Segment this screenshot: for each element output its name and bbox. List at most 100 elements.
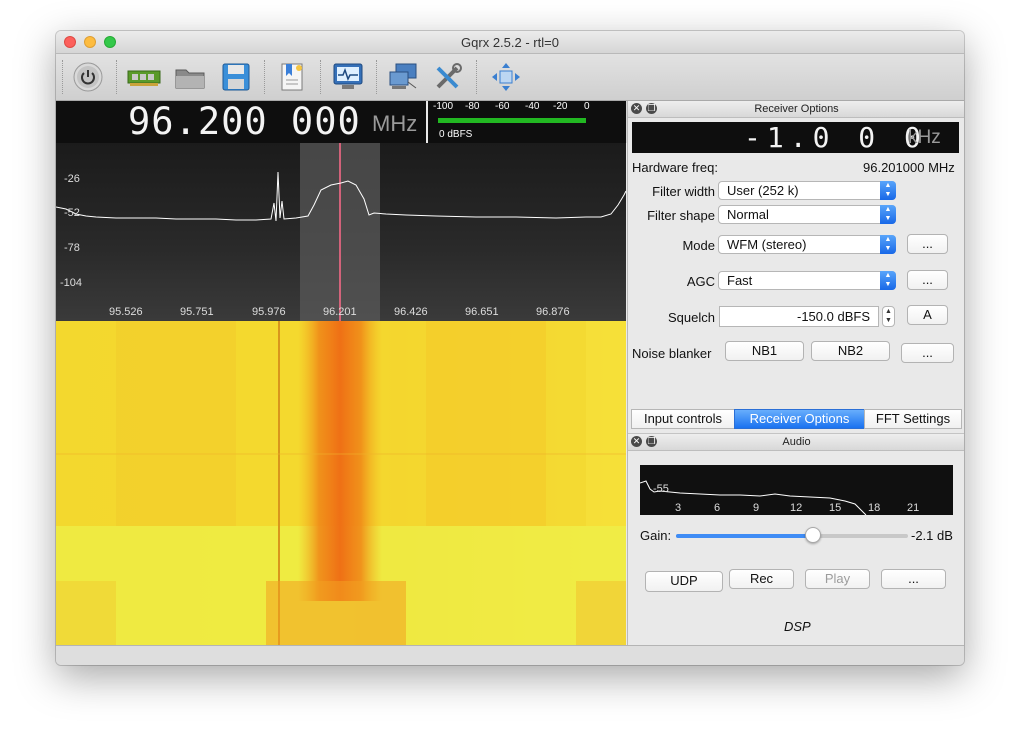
audio-x-tick: 6 — [714, 502, 721, 514]
audio-y-tick: -55 — [653, 483, 669, 495]
float-dock-icon[interactable]: ❐ — [646, 103, 657, 114]
filter-shape-label: Filter shape — [647, 208, 715, 223]
monitor-icon[interactable] — [330, 59, 366, 95]
offset-display[interactable]: -1.0 0 0 kHz — [632, 122, 959, 153]
agc-value: Fast — [727, 273, 753, 288]
tools-icon[interactable] — [430, 59, 466, 95]
close-dock-icon[interactable]: ✕ — [631, 103, 642, 114]
noise-blanker-label: Noise blanker — [632, 346, 712, 361]
audio-header: ✕ ❐ Audio — [628, 433, 964, 451]
tab-receiver-options[interactable]: Receiver Options — [734, 409, 865, 429]
save-icon[interactable] — [218, 59, 254, 95]
filter-shape-select[interactable]: Normal ▲ ▼ — [718, 205, 896, 224]
filter-width-select[interactable]: User (252 k) ▲ ▼ — [718, 181, 896, 200]
frequency-digits[interactable]: 96.200 000 — [128, 101, 361, 143]
audio-x-tick: 3 — [675, 502, 682, 514]
close-dock-icon[interactable]: ✕ — [631, 436, 642, 447]
agc-options-button[interactable]: ... — [907, 270, 948, 290]
signal-meter: -100 -80 -60 -40 -20 0 0 dBFS — [428, 101, 626, 143]
x-tick: 95.526 — [109, 306, 143, 318]
udp-button[interactable]: UDP — [645, 571, 723, 592]
y-tick: -104 — [60, 277, 83, 289]
audio-x-tick: 15 — [829, 502, 842, 514]
dsp-label: DSP — [784, 619, 811, 634]
squelch-label: Squelch — [668, 310, 715, 325]
chevron-updown-icon: ▲ ▼ — [880, 205, 896, 224]
gain-value: -2.1 dB — [911, 528, 953, 543]
agc-label: AGC — [686, 274, 715, 289]
chevron-updown-icon: ▲ ▼ — [880, 235, 896, 254]
bookmark-icon[interactable] — [274, 59, 310, 95]
offset-digits[interactable]: -1.0 0 0 — [744, 122, 927, 153]
toolbar-separator — [476, 60, 478, 94]
play-button[interactable]: Play — [805, 569, 870, 589]
squelch-input[interactable]: -150.0 dBFS — [719, 306, 879, 327]
meter-scale-label: -40 — [525, 101, 540, 112]
meter-label: 0 dBFS — [439, 129, 473, 140]
x-tick: 95.976 — [252, 306, 286, 318]
filter-width-label: Filter width — [652, 184, 715, 199]
title-bar: Gqrx 2.5.2 - rtl=0 — [56, 31, 964, 54]
toolbar-separator — [116, 60, 118, 94]
gain-slider-fill — [676, 534, 813, 538]
rec-button[interactable]: Rec — [729, 569, 794, 589]
frequency-display[interactable]: 96.200 000 MHz — [56, 101, 426, 143]
audio-x-tick: 21 — [907, 502, 920, 514]
waterfall-svg — [56, 321, 626, 645]
chevron-updown-icon: ▲ ▼ — [880, 271, 896, 290]
tab-fft-settings[interactable]: FFT Settings — [864, 409, 962, 429]
x-tick: 96.651 — [465, 306, 499, 318]
mode-options-button[interactable]: ... — [907, 234, 948, 254]
nb2-button[interactable]: NB2 — [811, 341, 890, 361]
gain-slider[interactable] — [676, 527, 908, 543]
receiver-options-title: Receiver Options — [754, 103, 839, 115]
open-folder-icon[interactable] — [172, 59, 208, 95]
offset-unit: kHz — [908, 127, 941, 148]
x-tick: 96.426 — [394, 306, 428, 318]
tab-input-controls[interactable]: Input controls — [631, 409, 735, 429]
network-icon[interactable] — [386, 59, 422, 95]
spectrum-svg — [56, 143, 626, 321]
audio-fft-plot: -55 3 6 9 12 15 18 21 — [640, 465, 953, 515]
app-window: Gqrx 2.5.2 - rtl=0 96.200 000 MHz -100 -… — [56, 31, 964, 665]
filter-shape-value: Normal — [727, 207, 769, 222]
meter-scale-label: -100 — [433, 101, 454, 112]
fullscreen-icon[interactable] — [488, 59, 524, 95]
toolbar-separator — [376, 60, 378, 94]
gain-slider-knob[interactable] — [804, 527, 821, 543]
receiver-options-header: ✕ ❐ Receiver Options — [628, 101, 964, 118]
x-tick: 95.751 — [180, 306, 214, 318]
squelch-auto-button[interactable]: A — [907, 305, 948, 325]
audio-x-tick: 9 — [753, 502, 760, 514]
frequency-unit: MHz — [372, 111, 418, 136]
y-tick: -26 — [64, 173, 80, 185]
meter-scale-label: -60 — [495, 101, 510, 112]
waterfall-display[interactable] — [56, 321, 626, 645]
toolbar — [56, 54, 964, 101]
meter-scale-label: 0 — [584, 101, 590, 112]
noise-blanker-options-button[interactable]: ... — [901, 343, 954, 363]
meter-scale-label: -80 — [465, 101, 480, 112]
mode-select[interactable]: WFM (stereo) ▲ ▼ — [718, 235, 896, 254]
mode-value: WFM (stereo) — [727, 237, 807, 252]
nb1-button[interactable]: NB1 — [725, 341, 804, 361]
filter-width-value: User (252 k) — [727, 183, 799, 198]
power-icon[interactable] — [70, 59, 106, 95]
spectrum-plot[interactable]: -26 -52 -78 -104 95.526 95.751 95.976 96… — [56, 143, 626, 321]
y-tick: -52 — [64, 207, 80, 219]
toolbar-separator — [320, 60, 322, 94]
agc-select[interactable]: Fast ▲ ▼ — [718, 271, 896, 290]
x-tick: 96.876 — [536, 306, 570, 318]
hardware-icon[interactable] — [126, 59, 162, 95]
y-tick: -78 — [64, 242, 80, 254]
hw-freq-value: 96.201000 MHz — [863, 160, 955, 175]
audio-options-button[interactable]: ... — [881, 569, 946, 589]
x-tick: 96.201 — [323, 306, 357, 318]
toolbar-separator — [264, 60, 266, 94]
right-dock: ✕ ❐ Receiver Options -1.0 0 0 kHz Hardwa… — [627, 101, 964, 645]
hw-freq-label: Hardware freq: — [632, 160, 718, 175]
meter-level-bar — [438, 118, 586, 123]
gain-label: Gain: — [640, 528, 672, 543]
squelch-stepper[interactable]: ▲ ▼ — [882, 306, 895, 327]
float-dock-icon[interactable]: ❐ — [646, 436, 657, 447]
